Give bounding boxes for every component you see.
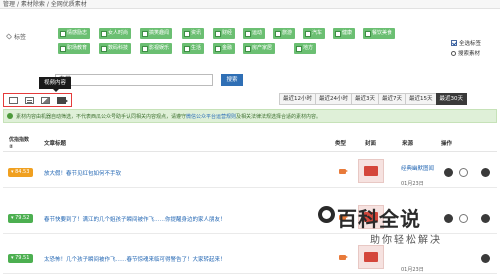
like-icon[interactable] xyxy=(459,168,468,177)
score-badge: ▾ 84.53 xyxy=(8,168,33,177)
header-source: 来源 xyxy=(402,141,414,147)
tag-button[interactable]: 生活 xyxy=(182,43,205,54)
checkbox-checked-icon xyxy=(451,40,457,46)
select-all-tags-checkbox[interactable]: 全选标签 xyxy=(451,38,500,48)
article-title-link[interactable]: 春节快要到了！满江的几个姐孩子瞬间被作飞……你提醒身边的家人朋友！ xyxy=(44,215,226,223)
content-toolbar: 最近12小时 最近24小时 最近3天 最近7天 最近15天 最近30天 xyxy=(0,92,500,107)
info-icon xyxy=(7,113,13,119)
tag-button[interactable]: 资讯 xyxy=(182,28,205,39)
notice-text: 素材内容由机器自动筛选，不代表西瓜公众号助手认同相关内容观点，请遵守微信公众平台… xyxy=(16,113,322,120)
tag-button[interactable]: 地方 xyxy=(294,43,317,54)
tag-filter-label-text: 标签 xyxy=(14,34,27,41)
range-tab-12h[interactable]: 最近12小时 xyxy=(279,93,315,105)
tag-button[interactable]: 职场教育 xyxy=(58,43,91,54)
time-range-tabs: 最近12小时 最近24小时 最近3天 最近7天 最近15天 最近30天 xyxy=(279,93,467,105)
notice-banner: 素材内容由机器自动筛选，不代表西瓜公众号助手认同相关内容观点，请遵守微信公众平台… xyxy=(3,109,497,123)
search-input[interactable]: 春节 xyxy=(55,74,213,86)
table-row: ▾ 84.53 放大假！春节见红包如何不手软 经典幽默图闻 01月23日 xyxy=(3,155,497,188)
tag-button[interactable]: 旅游 xyxy=(273,28,296,39)
comment-icon[interactable] xyxy=(481,168,490,177)
cover-thumbnail[interactable] xyxy=(358,159,384,183)
document-icon[interactable] xyxy=(25,96,35,104)
header-type: 类型 xyxy=(335,141,347,147)
add-icon[interactable] xyxy=(444,168,453,177)
score-badge: ▾ 79.52 xyxy=(8,214,33,223)
header-title: 文章标题 xyxy=(44,141,67,147)
score-badge: ▾ 79.51 xyxy=(8,254,33,263)
list-icon[interactable] xyxy=(9,96,19,104)
watermark: 百科全说 助你轻松解决 xyxy=(318,203,497,253)
tag-button[interactable]: 搞笑趣闻 xyxy=(140,28,173,39)
image-icon[interactable] xyxy=(40,96,50,104)
range-tab-7d[interactable]: 最近7天 xyxy=(378,93,405,105)
select-all-tags-label: 全选标签 xyxy=(459,41,482,47)
range-tab-15d[interactable]: 最近15天 xyxy=(405,93,436,105)
video-icon[interactable] xyxy=(56,96,68,104)
tag-button[interactable]: 健康 xyxy=(333,28,356,39)
video-type-icon xyxy=(339,255,348,260)
publish-date: 01月23日 xyxy=(401,267,424,273)
content-type-switcher xyxy=(3,93,72,107)
tag-icon xyxy=(5,33,13,40)
watermark-subtitle: 助你轻松解决 xyxy=(370,235,442,246)
video-content-tooltip: 视频内容 xyxy=(39,77,72,92)
range-tab-30d[interactable]: 最近30天 xyxy=(435,93,467,105)
search-button[interactable]: 搜索 xyxy=(221,74,243,86)
breadcrumb: 管理 / 素材除索 / 全网优质素材 xyxy=(0,0,500,9)
search-material-link[interactable]: 搜索素材 xyxy=(451,48,500,58)
tag-button[interactable]: 餐饮美食 xyxy=(363,28,396,39)
search-material-label: 搜索素材 xyxy=(458,51,481,57)
header-actions: 操作 xyxy=(441,141,453,147)
tag-button[interactable]: 情感励志 xyxy=(58,28,91,39)
source-link[interactable]: 经典幽默图闻 xyxy=(401,164,434,172)
tag-button[interactable]: 影视娱乐 xyxy=(140,43,173,54)
tag-button[interactable]: 女人时尚 xyxy=(99,28,132,39)
operating-rules-link[interactable]: 微信公众平台运营规则 xyxy=(186,114,236,120)
publish-date: 01月23日 xyxy=(401,181,424,187)
watermark-title: 百科全说 xyxy=(337,207,421,231)
watermark-logo-icon xyxy=(318,206,335,223)
tag-button[interactable]: 汽车 xyxy=(303,28,326,39)
article-title-link[interactable]: 放大假！春节见红包如何不手软 xyxy=(44,169,121,177)
range-tab-24h[interactable]: 最近24小时 xyxy=(315,93,351,105)
range-tab-3d[interactable]: 最近3天 xyxy=(351,93,378,105)
tag-button[interactable]: 房产家居 xyxy=(243,43,276,54)
tag-button[interactable]: 财经 xyxy=(213,28,236,39)
breadcrumb-item-3: 全网优质素材 xyxy=(50,1,87,8)
article-title-link[interactable]: 太恐怖！几个孩子瞬间被作飞……春节惊魂来临可得警告了！大家转起来！ xyxy=(44,255,226,263)
tag-filter-label: 标签 xyxy=(5,32,27,41)
breadcrumb-item-2[interactable]: 素材除索 xyxy=(21,1,45,8)
table-header: 优指指数 ② 文章标题 类型 封面 来源 操作 xyxy=(3,126,497,152)
header-index[interactable]: 优指指数 ② xyxy=(9,137,29,151)
tag-button[interactable]: 运动 xyxy=(243,28,266,39)
video-type-icon xyxy=(339,169,348,174)
tag-button[interactable]: 金融 xyxy=(213,43,236,54)
tag-button[interactable]: 数码科技 xyxy=(99,43,132,54)
breadcrumb-item-1[interactable]: 管理 xyxy=(3,1,15,8)
filter-panel: 标签 情感励志 女人时尚 搞笑趣闻 资讯 财经 运动 旅游 汽车 健康 餐饮美食… xyxy=(0,10,500,90)
filter-options: 全选标签 搜索素材 xyxy=(451,38,500,58)
comment-icon[interactable] xyxy=(481,254,490,263)
header-cover: 封面 xyxy=(365,141,377,147)
search-icon xyxy=(451,50,456,56)
